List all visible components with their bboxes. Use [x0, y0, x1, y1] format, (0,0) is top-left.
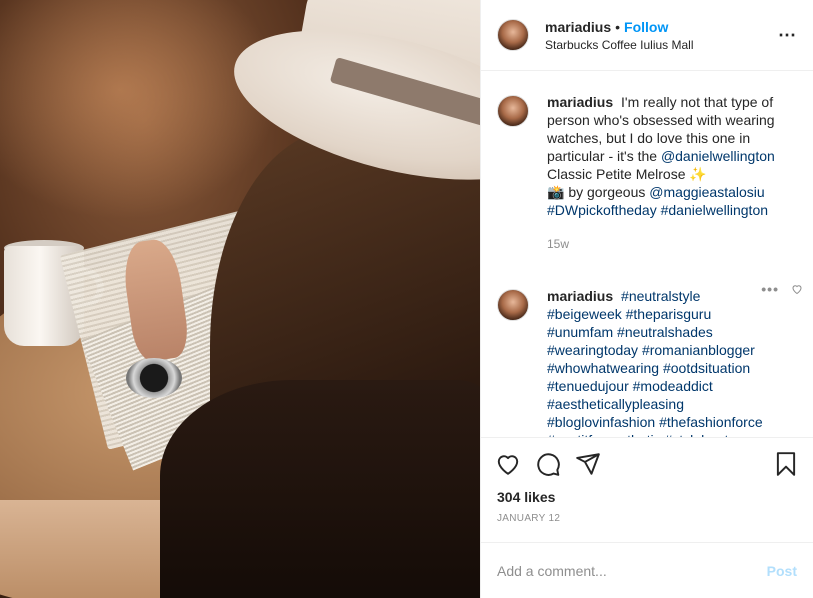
instagram-post: mariadius • Follow Starbucks Coffee Iuli… [0, 0, 813, 598]
comment-like-icon[interactable] [791, 283, 803, 295]
comment-more-icon[interactable]: ••• [761, 281, 779, 297]
hashtag-list[interactable]: #neutralstyle #beigeweek #theparisguru #… [547, 288, 763, 437]
follow-button[interactable]: Follow [624, 19, 668, 35]
post-button[interactable]: Post [767, 563, 797, 579]
caption-timestamp[interactable]: 15w [547, 235, 779, 253]
comment: mariadius #neutralstyle #beigeweek #thep… [497, 253, 797, 437]
photo-sweater [160, 380, 480, 598]
hashtag-link[interactable]: #DWpickoftheday [547, 202, 657, 218]
mention-link[interactable]: @danielwellington [661, 148, 775, 164]
mention-link[interactable]: @maggieastalosiu [649, 184, 764, 200]
comment-body: mariadius #neutralstyle #beigeweek #thep… [547, 287, 779, 437]
add-comment-bar: Post [481, 542, 813, 598]
photo-background-light [0, 0, 280, 220]
avatar[interactable] [497, 19, 529, 51]
caption: mariadius I'm really not that type of pe… [497, 71, 797, 253]
photo-watch [126, 358, 182, 398]
caption-body: mariadius I'm really not that type of pe… [547, 93, 779, 253]
caption-text: 📸 by gorgeous [547, 184, 646, 200]
header-separator: • [615, 18, 621, 35]
post-header-line: mariadius • Follow [545, 19, 778, 35]
avatar[interactable] [497, 95, 529, 127]
caption-text: Classic Petite Melrose ✨ [547, 166, 707, 182]
paper-plane-icon[interactable] [575, 451, 601, 477]
post-sidebar: mariadius • Follow Starbucks Coffee Iuli… [480, 0, 813, 598]
likes-count[interactable]: 304 likes [481, 489, 813, 507]
post-actions [481, 437, 813, 489]
post-header-meta: mariadius • Follow Starbucks Coffee Iuli… [545, 19, 778, 52]
avatar[interactable] [497, 289, 529, 321]
post-date[interactable]: JANUARY 12 [481, 513, 813, 527]
caption-username[interactable]: mariadius [547, 94, 613, 110]
bookmark-icon[interactable] [773, 451, 799, 477]
post-header: mariadius • Follow Starbucks Coffee Iuli… [481, 0, 813, 71]
comment-icon[interactable] [535, 451, 561, 477]
post-photo[interactable] [0, 0, 480, 598]
comments-section[interactable]: mariadius I'm really not that type of pe… [481, 71, 813, 437]
heart-icon[interactable] [495, 451, 521, 477]
comment-username[interactable]: mariadius [547, 288, 613, 304]
more-options-icon[interactable]: ⋯ [778, 25, 797, 46]
hashtag-link[interactable]: #danielwellington [661, 202, 768, 218]
comment-input[interactable] [497, 562, 767, 579]
header-username[interactable]: mariadius [545, 19, 611, 35]
comment-tools: ••• [761, 281, 803, 297]
location-link[interactable]: Starbucks Coffee Iulius Mall [545, 38, 778, 52]
